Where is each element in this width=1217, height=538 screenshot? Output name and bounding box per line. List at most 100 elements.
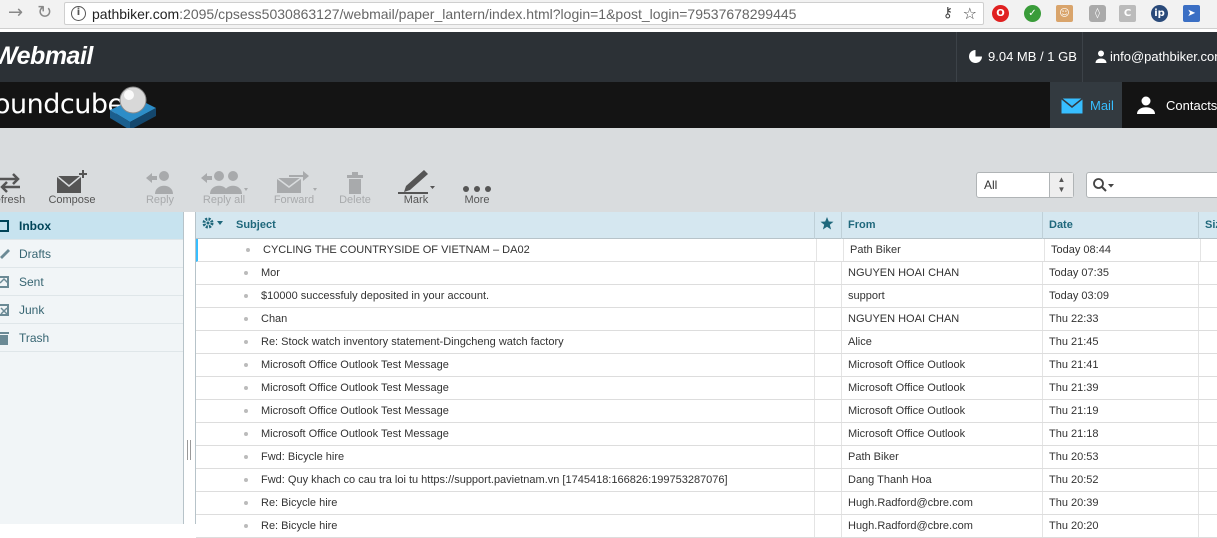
pie-chart-icon — [969, 50, 982, 63]
message-from: Microsoft Office Outlook — [848, 382, 966, 394]
message-subject[interactable]: Re: Bicycle hire — [261, 515, 811, 537]
more-button[interactable]: More — [456, 164, 498, 206]
address-bar[interactable]: i pathbiker.com:2095/cpsess5030863127/we… — [64, 2, 984, 25]
refresh-button[interactable]: efresh — [0, 164, 34, 206]
ip-extension-icon[interactable]: ip — [1151, 5, 1168, 22]
message-row[interactable]: CYCLING THE COUNTRYSIDE OF VIETNAM – DA0… — [196, 239, 1217, 262]
list-options-button[interactable] — [202, 212, 224, 239]
shield-extension-icon[interactable]: ◊ — [1089, 5, 1106, 22]
message-list: Subject From Date Siz CYCLING THE COUNTR… — [195, 212, 1217, 538]
message-row[interactable]: Mor NGUYEN HOAI CHAN Today 07:35 — [196, 262, 1217, 285]
brand-bar: oundcube — [0, 82, 1217, 128]
cell-divider — [841, 400, 842, 422]
message-from: Path Biker — [850, 244, 901, 256]
tab-mail[interactable]: Mail — [1050, 82, 1122, 128]
message-subject[interactable]: $10000 successfuly deposited in your acc… — [261, 285, 811, 307]
bookmark-star-icon[interactable]: ☆ — [963, 4, 977, 23]
cell-divider — [841, 354, 842, 376]
info-icon[interactable]: i — [71, 6, 86, 21]
face-extension-icon[interactable]: ☺ — [1056, 5, 1073, 22]
folder-sent[interactable]: Sent — [0, 268, 183, 296]
message-row[interactable]: Re: Stock watch inventory statement-Ding… — [196, 331, 1217, 354]
search-icon[interactable] — [1093, 178, 1115, 192]
forward-button[interactable]: Forward — [268, 164, 320, 206]
tab-contacts[interactable]: Contacts — [1126, 82, 1217, 128]
message-subject[interactable]: Re: Stock watch inventory statement-Ding… — [261, 331, 811, 353]
message-row[interactable]: Fwd: Quy khach co cau tra loi tu https:/… — [196, 469, 1217, 492]
send-extension-icon[interactable]: ➤ — [1183, 5, 1200, 22]
cell-divider — [814, 331, 815, 353]
opera-extension-icon[interactable]: O — [992, 5, 1009, 22]
cell-divider — [1042, 446, 1043, 468]
unread-dot-icon — [244, 294, 248, 298]
folder-drafts[interactable]: Drafts — [0, 240, 183, 268]
compose-button[interactable]: Compose — [48, 164, 96, 206]
cell-divider — [1044, 239, 1045, 261]
reply-all-icon — [201, 171, 248, 194]
column-subject[interactable]: Subject — [236, 212, 276, 239]
message-subject[interactable]: Fwd: Bicycle hire — [261, 446, 811, 468]
cell-divider — [816, 239, 817, 261]
message-row[interactable]: Fwd: Bicycle hire Path Biker Thu 20:53 — [196, 446, 1217, 469]
message-date: Thu 21:45 — [1049, 336, 1099, 348]
message-subject[interactable]: Microsoft Office Outlook Test Message — [261, 400, 811, 422]
webmail-logo[interactable]: Webmail — [0, 42, 93, 71]
forward-arrow-icon[interactable]: → — [8, 3, 23, 23]
message-row[interactable]: Chan NGUYEN HOAI CHAN Thu 22:33 — [196, 308, 1217, 331]
filter-select[interactable]: All ▲ ▼ — [976, 172, 1074, 198]
message-from: Microsoft Office Outlook — [848, 405, 966, 417]
folder-label: Inbox — [19, 219, 51, 233]
tab-mail-label: Mail — [1090, 98, 1114, 113]
c-extension-icon[interactable]: C — [1119, 5, 1136, 22]
star-icon — [820, 217, 834, 230]
reply-button[interactable]: Reply — [137, 164, 183, 206]
message-subject[interactable]: Fwd: Quy khach co cau tra loi tu https:/… — [261, 469, 811, 491]
message-row[interactable]: Re: Bicycle hire Hugh.Radford@cbre.com Thu… — [196, 492, 1217, 515]
message-row[interactable]: Re: Bicycle hire Hugh.Radford@cbre.com Thu… — [196, 515, 1217, 538]
reply-all-button[interactable]: Reply all — [193, 164, 255, 206]
inbox-icon — [0, 220, 9, 232]
reload-icon[interactable]: ↻ — [37, 3, 52, 23]
message-subject[interactable]: Re: Bicycle hire — [261, 492, 811, 514]
message-row[interactable]: Microsoft Office Outlook Test Message Mic… — [196, 400, 1217, 423]
user-menu[interactable]: info@pathbiker.com — [1095, 32, 1217, 82]
pane-splitter[interactable] — [187, 440, 191, 460]
check-extension-icon[interactable]: ✓ — [1024, 5, 1041, 22]
folder-inbox[interactable]: Inbox — [0, 212, 183, 240]
folder-label: Sent — [19, 275, 44, 289]
cell-divider — [1198, 308, 1199, 330]
unread-dot-icon — [244, 455, 248, 459]
message-subject[interactable]: Chan — [261, 308, 811, 330]
trash-icon — [347, 172, 363, 194]
folder-junk[interactable]: Junk — [0, 296, 183, 324]
message-row[interactable]: Microsoft Office Outlook Test Message Mic… — [196, 354, 1217, 377]
message-subject[interactable]: Mor — [261, 262, 811, 284]
message-subject[interactable]: Microsoft Office Outlook Test Message — [261, 423, 811, 445]
message-row[interactable]: Microsoft Office Outlook Test Message Mic… — [196, 377, 1217, 400]
message-subject[interactable]: Microsoft Office Outlook Test Message — [261, 354, 811, 376]
search-input[interactable] — [1086, 172, 1217, 198]
cell-divider — [814, 446, 815, 468]
cell-divider — [841, 446, 842, 468]
column-from[interactable]: From — [848, 212, 876, 239]
cell-divider — [814, 515, 815, 537]
column-date[interactable]: Date — [1049, 212, 1073, 239]
reply-label: Reply — [145, 194, 175, 206]
folder-trash[interactable]: Trash — [0, 324, 183, 352]
message-date: Thu 21:39 — [1049, 382, 1099, 394]
browser-toolbar: → ↻ i pathbiker.com:2095/cpsess503086312… — [0, 0, 1217, 29]
key-icon[interactable]: ⚷ — [943, 5, 953, 21]
mark-button[interactable]: Mark — [394, 164, 438, 206]
message-row[interactable]: $10000 successfuly deposited in your acc… — [196, 285, 1217, 308]
delete-button[interactable]: Delete — [334, 164, 376, 206]
cell-divider — [1042, 469, 1043, 491]
column-size[interactable]: Siz — [1205, 212, 1217, 239]
message-row[interactable]: Microsoft Office Outlook Test Message Mic… — [196, 423, 1217, 446]
folder-label: Drafts — [19, 247, 52, 261]
folder-list: Inbox Drafts Sent Junk Trash — [0, 212, 184, 524]
column-flag[interactable] — [820, 212, 834, 239]
message-subject[interactable]: CYCLING THE COUNTRYSIDE OF VIETNAM – DA0… — [263, 239, 813, 261]
message-subject[interactable]: Microsoft Office Outlook Test Message — [261, 377, 811, 399]
message-date: Thu 21:19 — [1049, 405, 1099, 417]
cell-divider — [841, 377, 842, 399]
